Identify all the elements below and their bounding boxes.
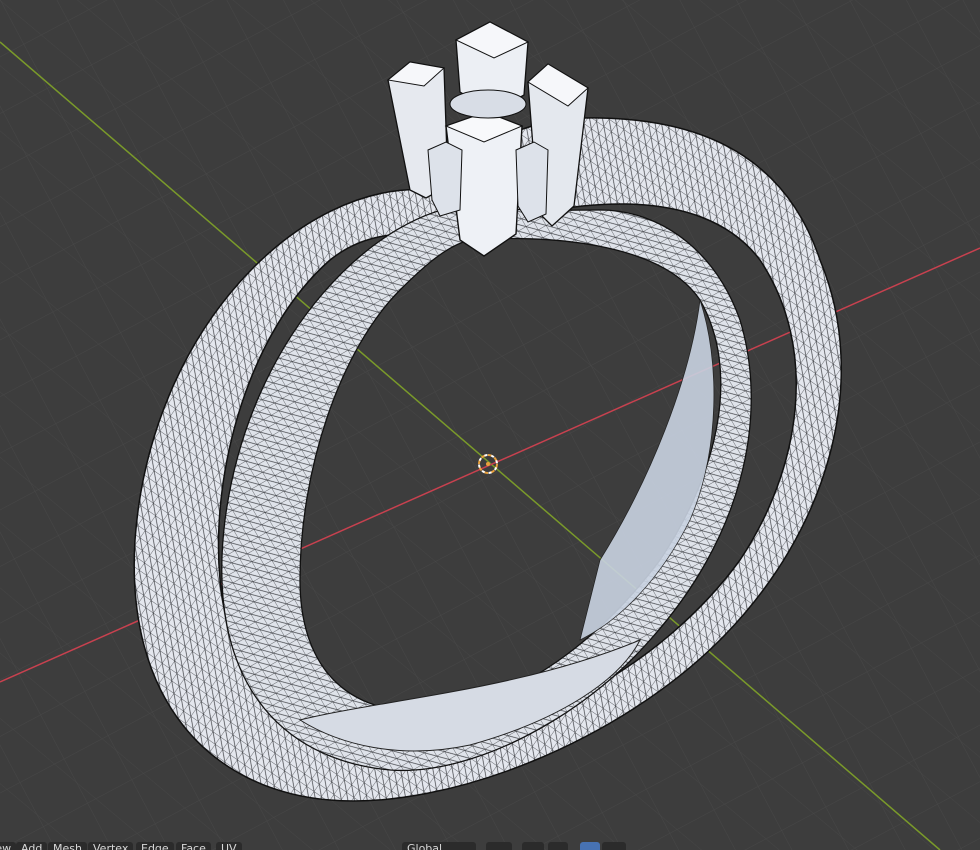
menu-edge[interactable]: Edge [136,842,174,850]
overlay-icon[interactable] [580,842,600,850]
menu-add[interactable]: Add [16,842,48,850]
transform-orientation-dropdown[interactable]: Global [402,842,476,850]
proportional-editing-icon[interactable] [548,842,568,850]
menu-vertex[interactable]: Vertex [88,842,134,850]
3d-viewport[interactable]: View Add Mesh Vertex Edge Face UV Global [0,0,980,850]
setting-collet [449,89,527,119]
menu-view[interactable]: View [0,842,17,850]
viewport-header: View Add Mesh Vertex Edge Face UV Global [0,842,980,850]
prong-small-right [515,141,549,223]
snap-icon[interactable] [522,842,544,850]
menu-face[interactable]: Face [176,842,211,850]
xray-icon[interactable] [602,842,626,850]
menu-mesh[interactable]: Mesh [48,842,87,850]
pivot-point-icon[interactable] [486,842,512,850]
viewport-scene[interactable] [0,0,980,850]
menu-uv[interactable]: UV [216,842,242,850]
